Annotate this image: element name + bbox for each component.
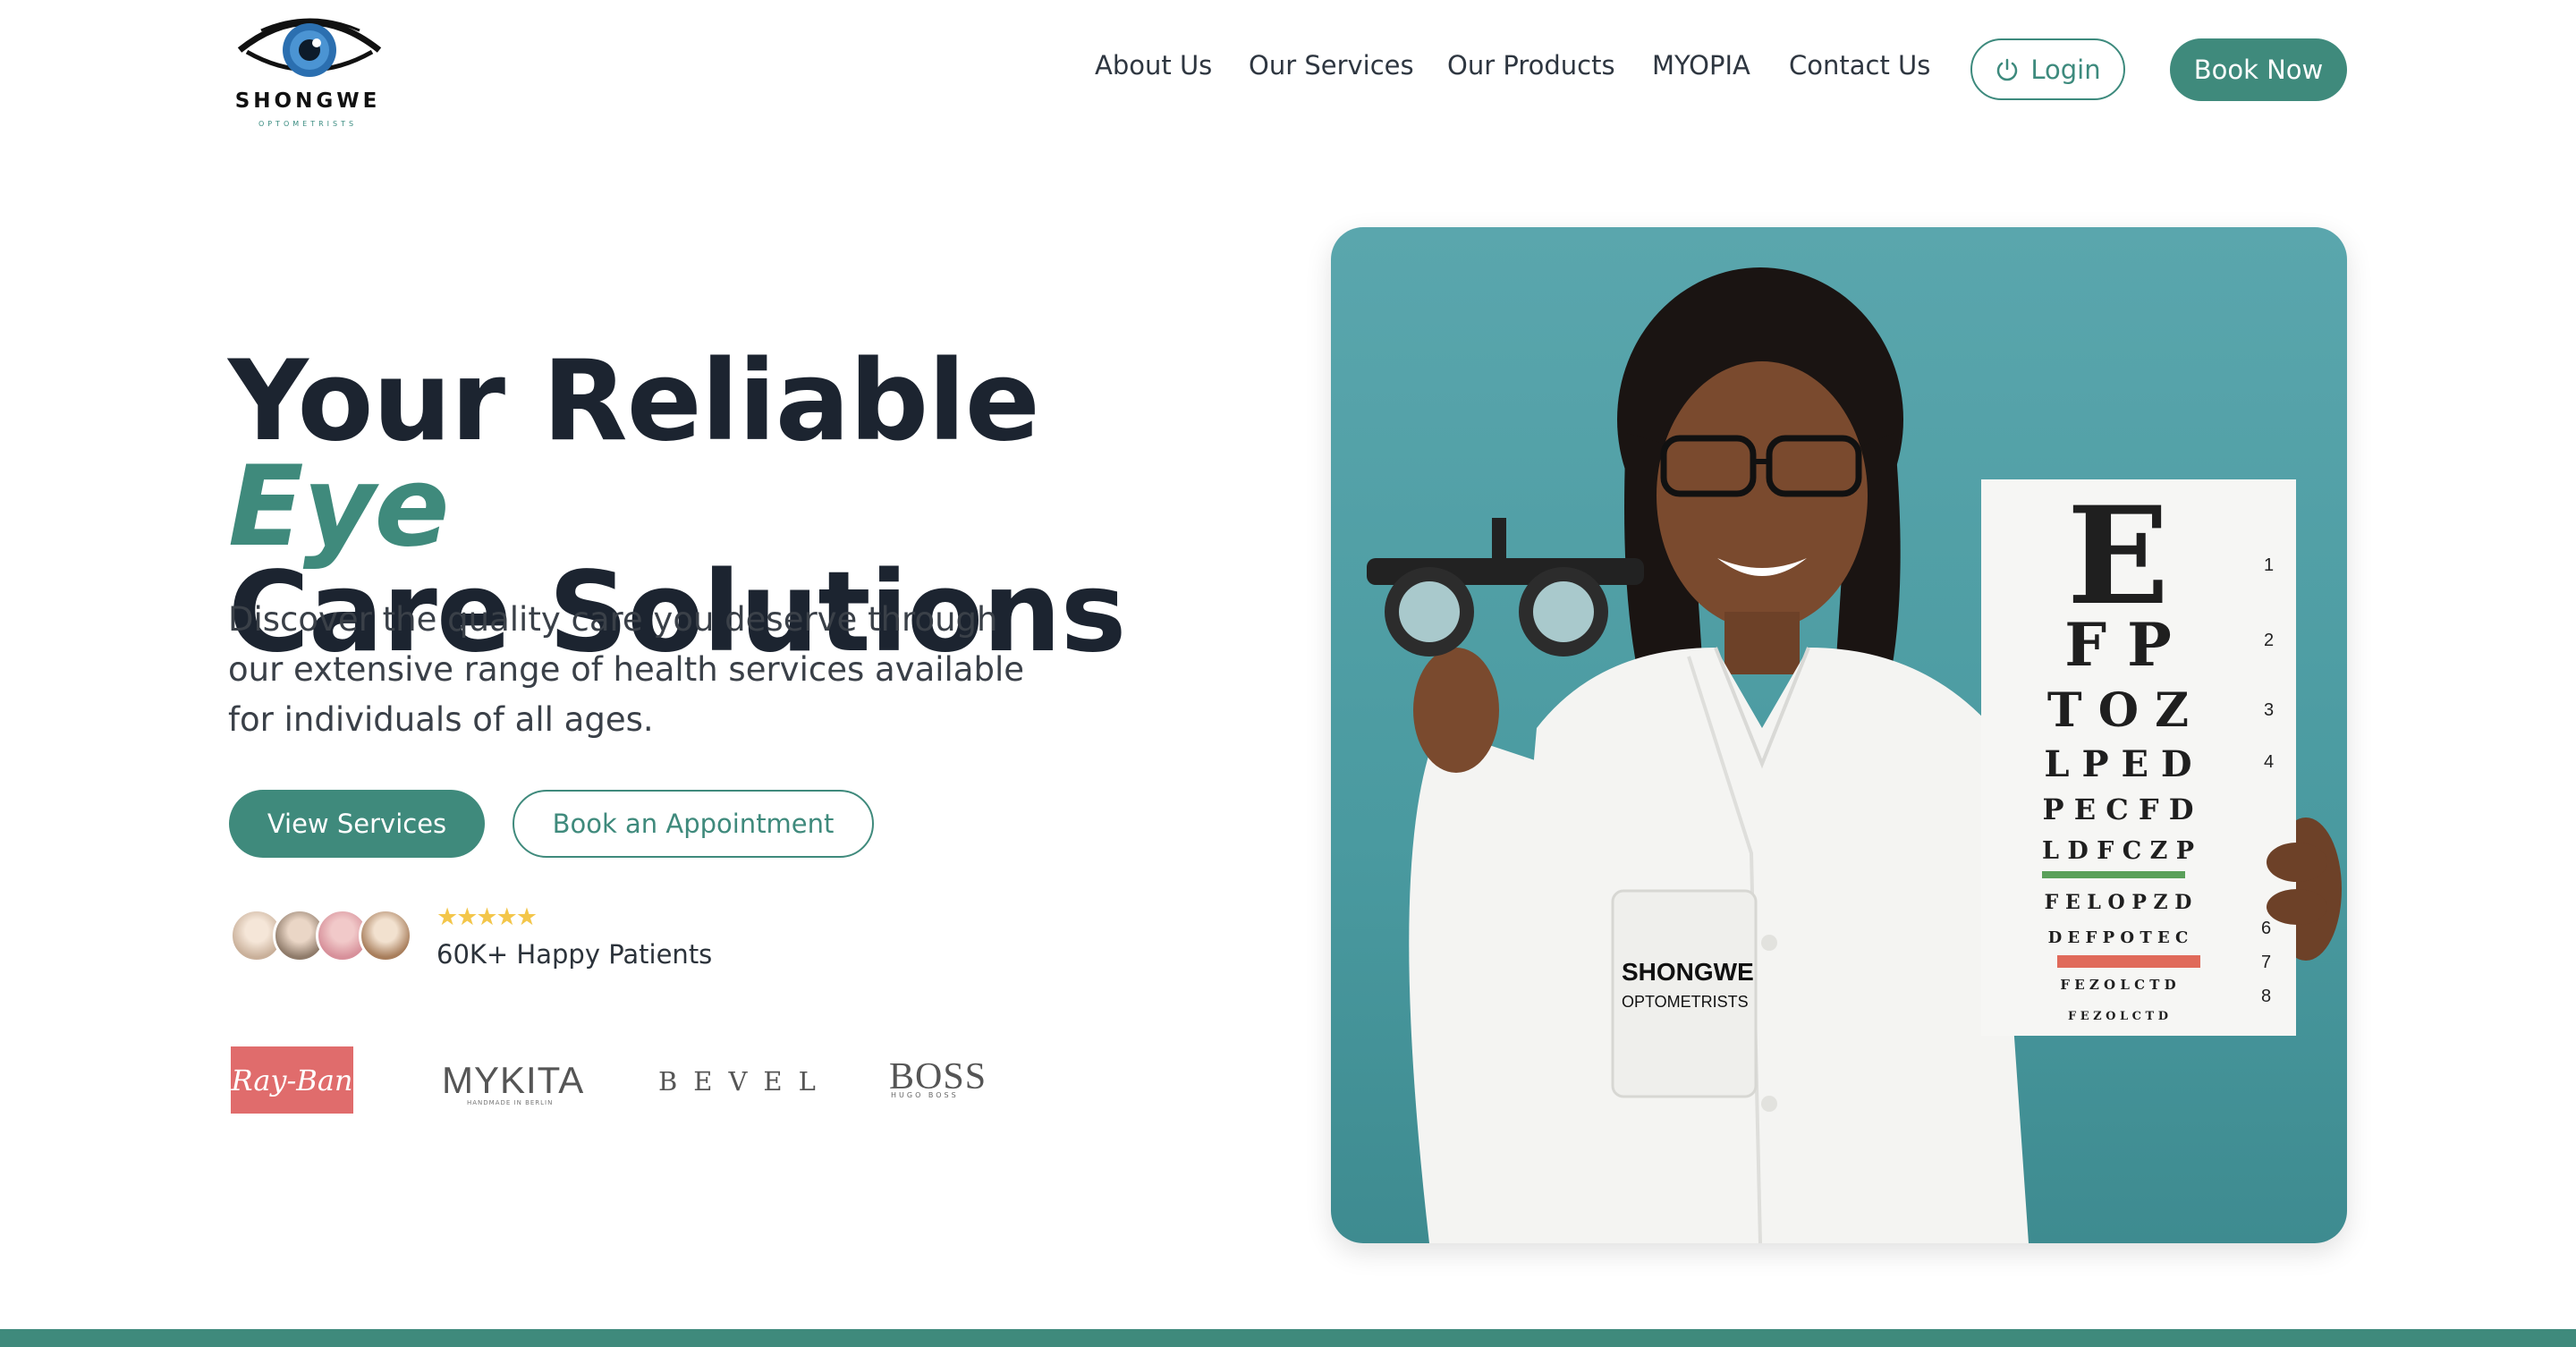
boss-tagline: HUGO BOSS [891, 1091, 959, 1099]
happy-patients-label: 60K+ Happy Patients [436, 939, 713, 970]
chart-number-7: 7 [2261, 953, 2271, 972]
chart-row-8: D E F P O T E C [2048, 928, 2189, 947]
book-now-button[interactable]: Book Now [2170, 38, 2347, 101]
chart-row-4: L P E D [2044, 743, 2191, 785]
chart-number-2: 2 [2264, 631, 2274, 650]
eye-chart: E F P T O Z L P E D P E C F D L D F C Z … [1981, 478, 2296, 1036]
logo-subtitle: OPTOMETRISTS [258, 120, 358, 128]
chart-number-3: 3 [2264, 700, 2274, 720]
chart-row-7: F E L O P Z D [2045, 891, 2192, 914]
logo-name: SHONGWE [234, 89, 381, 113]
optometrist-illustration: SHONGWE OPTOMETRISTS E F P T O Z L P E D… [1367, 267, 2342, 1243]
patient-avatars [230, 909, 436, 962]
chart-number-8: 8 [2261, 987, 2271, 1006]
coat-name: SHONGWE [1622, 958, 1754, 986]
nav-contact-us[interactable]: Contact Us [1789, 50, 1930, 80]
mykita-logo: MYKITA [442, 1059, 585, 1101]
view-services-button[interactable]: View Services [229, 790, 485, 858]
footer-band [0, 1329, 2576, 1347]
login-button[interactable]: Login [1970, 38, 2125, 100]
coat-subtitle: OPTOMETRISTS [1622, 993, 1749, 1011]
chart-row-3: T O Z [2047, 683, 2189, 738]
chart-row-6: L D F C Z P [2042, 837, 2194, 865]
book-appointment-button[interactable]: Book an Appointment [513, 790, 874, 858]
chart-number-4: 4 [2264, 752, 2274, 772]
chart-number-6: 6 [2261, 919, 2271, 938]
nav-about-us[interactable]: About Us [1095, 50, 1212, 80]
logo[interactable]: SHONGWE OPTOMETRISTS [231, 11, 392, 128]
nav-myopia[interactable]: MYOPIA [1652, 50, 1750, 80]
chart-row-5: P E C F D [2043, 792, 2194, 826]
trial-frame-icon [1367, 518, 1644, 657]
hero-image: SHONGWE OPTOMETRISTS E F P T O Z L P E D… [1331, 227, 2347, 1243]
nav-our-services[interactable]: Our Services [1249, 50, 1414, 80]
chart-row-10: F E Z O L C T D [2068, 1010, 2168, 1023]
hero-description: Discover the quality care you deserve th… [228, 600, 1025, 739]
login-label: Login [2030, 54, 2101, 85]
bevel-logo: BEVEL [658, 1066, 832, 1097]
eye-icon [237, 18, 382, 77]
nav-our-products[interactable]: Our Products [1447, 50, 1615, 80]
rating-stars: ★★★★★ [436, 903, 538, 931]
avatar [359, 909, 412, 962]
mykita-tagline: HANDMADE IN BERLIN [467, 1099, 554, 1106]
chart-number-1: 1 [2264, 555, 2274, 575]
rayban-logo: Ray-Ban [231, 1046, 353, 1114]
power-icon [1997, 58, 2018, 80]
chart-row-2: F P [2064, 610, 2171, 680]
chart-row-9: F E Z O L C T D [2060, 977, 2175, 993]
